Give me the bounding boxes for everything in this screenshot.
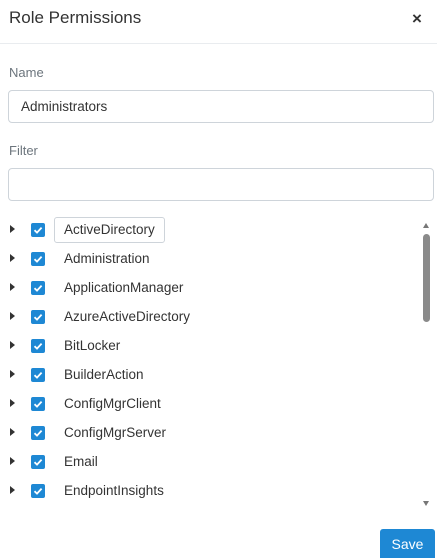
tree-node: Email [0, 448, 420, 477]
tree-node-label[interactable]: BitLocker [54, 333, 130, 359]
scroll-down-icon[interactable] [423, 501, 429, 506]
tree-node-label[interactable]: EndpointInsights [54, 478, 174, 504]
scroll-up-icon[interactable] [423, 223, 429, 228]
expand-arrow-icon[interactable] [10, 370, 15, 378]
checkmark-icon [33, 313, 43, 321]
filter-input[interactable] [8, 168, 434, 201]
expand-arrow-icon[interactable] [10, 341, 15, 349]
node-checkbox[interactable] [31, 484, 45, 498]
save-button[interactable]: Save [380, 529, 435, 558]
node-checkbox[interactable] [31, 252, 45, 266]
tree-node: EndpointInsights [0, 477, 420, 506]
checkmark-icon [33, 429, 43, 437]
tree-node: BuilderAction [0, 361, 420, 390]
checkmark-icon [33, 400, 43, 408]
name-input[interactable] [8, 90, 434, 123]
node-checkbox[interactable] [31, 397, 45, 411]
node-checkbox[interactable] [31, 455, 45, 469]
tree-node: ConfigMgrServer [0, 419, 420, 448]
expand-arrow-icon[interactable] [10, 399, 15, 407]
checkmark-icon [33, 284, 43, 292]
name-label: Name [9, 65, 44, 80]
tree-node: ApplicationManager [0, 274, 420, 303]
tree-node-label[interactable]: ConfigMgrServer [54, 420, 176, 446]
checkmark-icon [33, 371, 43, 379]
node-checkbox[interactable] [31, 339, 45, 353]
permissions-tree: ActiveDirectory Administration Applicati… [0, 216, 420, 511]
tree-node: ConfigMgrClient [0, 390, 420, 419]
tree-node-label[interactable]: BuilderAction [54, 362, 154, 388]
tree-node-label[interactable]: ConfigMgrClient [54, 391, 171, 417]
scrollbar-thumb[interactable] [423, 234, 430, 322]
dialog-header: Role Permissions × [0, 0, 437, 44]
expand-arrow-icon[interactable] [10, 486, 15, 494]
node-checkbox[interactable] [31, 368, 45, 382]
filter-label: Filter [9, 143, 38, 158]
checkmark-icon [33, 487, 43, 495]
tree-node-label[interactable]: Administration [54, 246, 160, 272]
node-checkbox[interactable] [31, 310, 45, 324]
tree-node-label[interactable]: AzureActiveDirectory [54, 304, 200, 330]
node-checkbox[interactable] [31, 281, 45, 295]
tree-node-label[interactable]: ApplicationManager [54, 275, 193, 301]
expand-arrow-icon[interactable] [10, 312, 15, 320]
tree-node: ActiveDirectory [0, 216, 420, 245]
node-checkbox[interactable] [31, 426, 45, 440]
node-checkbox[interactable] [31, 223, 45, 237]
expand-arrow-icon[interactable] [10, 225, 15, 233]
expand-arrow-icon[interactable] [10, 283, 15, 291]
tree-node-label[interactable]: ActiveDirectory [54, 217, 165, 243]
tree-node: Administration [0, 245, 420, 274]
expand-arrow-icon[interactable] [10, 428, 15, 436]
tree-node-label[interactable]: Email [54, 449, 108, 475]
checkmark-icon [33, 458, 43, 466]
close-icon[interactable]: × [407, 8, 427, 30]
expand-arrow-icon[interactable] [10, 457, 15, 465]
checkmark-icon [33, 255, 43, 263]
dialog-title: Role Permissions [9, 8, 142, 27]
expand-arrow-icon[interactable] [10, 254, 15, 262]
checkmark-icon [33, 342, 43, 350]
tree-node: BitLocker [0, 332, 420, 361]
tree-node: AzureActiveDirectory [0, 303, 420, 332]
checkmark-icon [33, 226, 43, 234]
